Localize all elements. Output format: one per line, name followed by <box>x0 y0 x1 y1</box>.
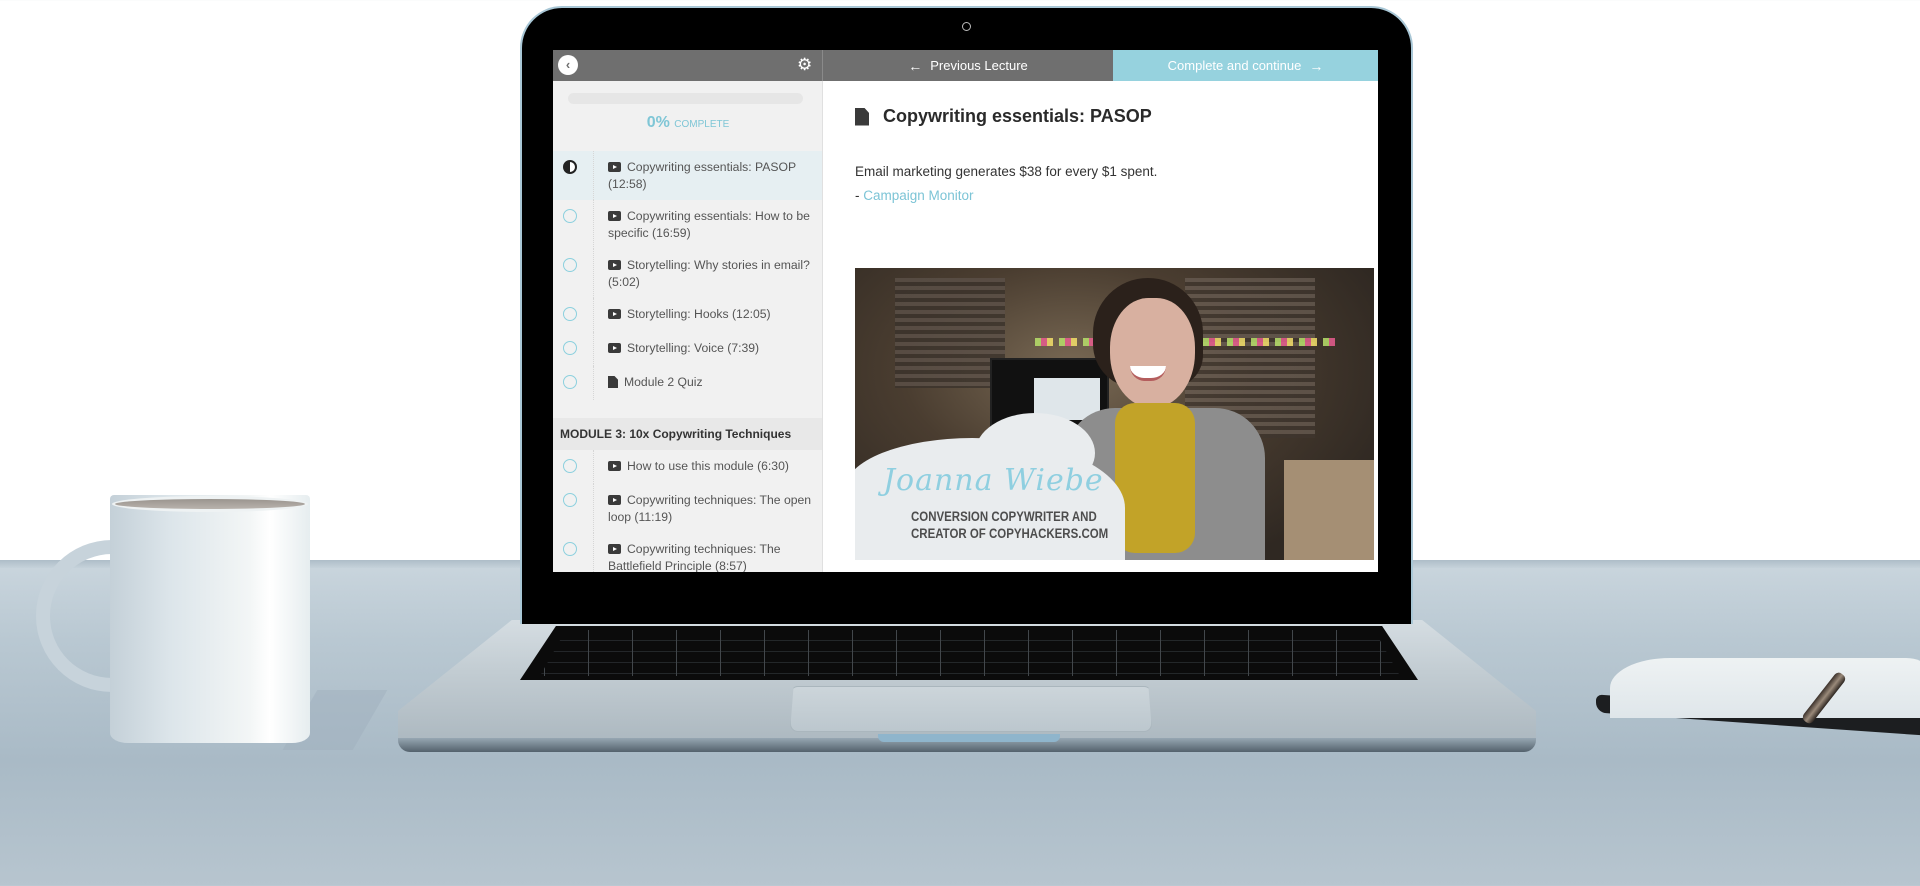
lecture-title: Storytelling: Hooks (12:05) <box>627 307 771 321</box>
coffee-mug <box>110 495 310 743</box>
circle-status-icon[interactable] <box>563 307 577 321</box>
progress-text: 0% COMPLETE <box>553 114 822 132</box>
lecture-title: Copywriting essentials: How to be specif… <box>608 209 810 240</box>
sidebar-toolbar: ‹ ⚙ <box>553 50 823 81</box>
lecture-item[interactable]: Storytelling: Voice (7:39) <box>553 332 822 366</box>
progress-complete-label: COMPLETE <box>674 119 730 130</box>
quote-attribution: - Campaign Monitor <box>855 188 974 203</box>
previous-lecture-label: Previous Lecture <box>930 58 1028 73</box>
video-icon <box>608 544 621 554</box>
progress-percent: 0% <box>646 114 670 131</box>
mug-rim <box>112 496 308 512</box>
video-sofa <box>1284 460 1374 560</box>
document-icon <box>608 376 618 388</box>
lecture-title: Copywriting techniques: The Battlefield … <box>608 542 781 572</box>
lecture-title: Storytelling: Why stories in email? (5:0… <box>608 258 810 289</box>
lid-notch <box>878 734 1060 742</box>
circle-status-icon[interactable] <box>563 209 577 223</box>
arrow-right-icon: → <box>1309 57 1324 74</box>
lecture-item[interactable]: Storytelling: Why stories in email? (5:0… <box>553 249 822 298</box>
video-icon <box>608 343 621 353</box>
video-icon <box>608 309 621 319</box>
lecture-title: Copywriting essentials: PASOP (12:58) <box>608 160 796 191</box>
lecture-list: Copywriting essentials: PASOP (12:58) Co… <box>553 151 822 572</box>
document-icon <box>855 107 869 126</box>
arrow-left-icon: ← <box>908 57 923 74</box>
complete-and-continue-button[interactable]: Complete and continue → <box>1113 50 1378 81</box>
video-player[interactable]: Joanna Wiebe CONVERSION COPYWRITER AND C… <box>855 268 1374 560</box>
lecture-item[interactable]: Copywriting techniques: The Battlefield … <box>553 533 822 572</box>
lecture-item[interactable]: Copywriting techniques: The open loop (1… <box>553 484 822 533</box>
circle-status-icon[interactable] <box>563 341 577 355</box>
presenter-name: Joanna Wiebe <box>883 463 1104 498</box>
notebook <box>1596 648 1920 736</box>
video-icon <box>608 260 621 270</box>
video-bg-window <box>895 278 1005 388</box>
circle-status-icon[interactable] <box>563 493 577 507</box>
previous-lecture-button[interactable]: ← Previous Lecture <box>823 50 1113 81</box>
video-icon <box>608 162 621 172</box>
lecture-item[interactable]: Module 2 Quiz <box>553 366 822 400</box>
progress-bar <box>568 93 803 104</box>
lecture-title: Storytelling: Voice (7:39) <box>627 341 760 355</box>
lecture-item[interactable]: Storytelling: Hooks (12:05) <box>553 298 822 332</box>
lecture-title: Copywriting essentials: PASOP <box>883 106 1152 126</box>
campaign-monitor-link[interactable]: Campaign Monitor <box>863 188 973 203</box>
complete-and-continue-label: Complete and continue <box>1167 58 1302 73</box>
lecture-heading: Copywriting essentials: PASOP <box>855 106 1152 127</box>
curriculum-sidebar: 0% COMPLETE Copywriting essentials: PASO… <box>553 81 823 572</box>
lecture-quote: Email marketing generates $38 for every … <box>855 160 1157 208</box>
notebook-page <box>1610 658 1920 718</box>
presenter-caption: CONVERSION COPYWRITER AND CREATOR OF COP… <box>911 509 1109 541</box>
module-header: MODULE 3: 10x Copywriting Techniques <box>553 418 822 450</box>
laptop-screen: ‹ ⚙ ← Previous Lecture Complete and cont… <box>553 50 1378 572</box>
keyboard-keys <box>540 630 1400 676</box>
circle-status-icon[interactable] <box>563 375 577 389</box>
lecture-item[interactable]: Copywriting essentials: How to be specif… <box>553 200 822 249</box>
video-icon <box>608 461 621 471</box>
camera-icon <box>962 22 971 31</box>
lecture-title: How to use this module (6:30) <box>627 459 789 473</box>
lecture-item[interactable]: How to use this module (6:30) <box>553 450 822 484</box>
lecture-title: Module 2 Quiz <box>624 375 703 389</box>
video-icon <box>608 211 621 221</box>
gear-icon[interactable]: ⚙ <box>797 54 812 76</box>
lecture-item[interactable]: Copywriting essentials: PASOP (12:58) <box>553 151 822 200</box>
lecture-content: Copywriting essentials: PASOP Email mark… <box>823 81 1378 572</box>
circle-status-icon[interactable] <box>563 459 577 473</box>
lecture-title: Copywriting techniques: The open loop (1… <box>608 493 812 524</box>
circle-status-icon[interactable] <box>563 258 577 272</box>
circle-status-icon[interactable] <box>563 542 577 556</box>
chevron-left-icon[interactable]: ‹ <box>558 55 578 75</box>
quote-text: Email marketing generates $38 for every … <box>855 164 1158 179</box>
trackpad <box>790 686 1152 732</box>
half-circle-status-icon[interactable] <box>563 160 577 174</box>
video-icon <box>608 495 621 505</box>
course-topbar: ‹ ⚙ ← Previous Lecture Complete and cont… <box>553 50 1378 81</box>
